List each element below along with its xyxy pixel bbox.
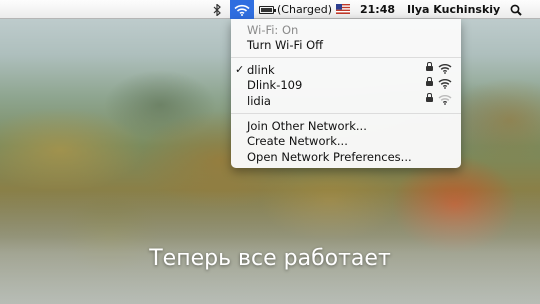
bluetooth-glyph — [213, 3, 221, 16]
wifi-icon — [234, 4, 250, 16]
battery-level — [261, 7, 272, 12]
join-other-network-item[interactable]: Join Other Network... — [231, 118, 461, 133]
menu-bar-clock[interactable]: 21:48 — [360, 0, 395, 19]
network-name: dlink — [247, 62, 275, 77]
bluetooth-icon[interactable] — [210, 0, 224, 19]
battery-status-label: (Charged) — [277, 3, 333, 16]
wifi-signal-icon — [438, 95, 452, 105]
network-name: Dlink-109 — [247, 77, 303, 92]
menu-separator — [231, 57, 461, 58]
lock-icon — [426, 62, 433, 71]
network-name: lidia — [247, 93, 271, 108]
open-network-preferences-label: Open Network Preferences... — [247, 149, 412, 164]
us-flag-icon[interactable] — [336, 4, 350, 14]
lock-icon — [426, 93, 433, 102]
open-network-preferences-item[interactable]: Open Network Preferences... — [231, 149, 461, 164]
menu-bar: (Charged) 21:48 Ilya Kuchinskiy — [0, 0, 540, 19]
wifi-status-label: Wi-Fi: On — [247, 22, 299, 37]
selected-checkmark: ✓ — [235, 63, 245, 76]
wifi-menu-extra[interactable] — [230, 0, 254, 19]
network-item-dlink[interactable]: ✓ dlink — [231, 62, 461, 77]
lock-icon — [426, 77, 433, 86]
turn-wifi-off-item[interactable]: Turn Wi-Fi Off — [231, 37, 461, 52]
magnifier-icon — [510, 4, 522, 16]
turn-wifi-off-label: Turn Wi-Fi Off — [247, 37, 324, 52]
menu-separator — [231, 113, 461, 114]
network-item-lidia[interactable]: lidia — [231, 93, 461, 108]
join-other-network-label: Join Other Network... — [247, 118, 367, 133]
caption-text: Теперь все работает — [149, 246, 391, 271]
create-network-label: Create Network... — [247, 133, 348, 148]
wifi-signal-icon — [438, 64, 452, 74]
fast-user-switch[interactable]: Ilya Kuchinskiy — [407, 0, 500, 19]
network-item-dlink-109[interactable]: Dlink-109 — [231, 77, 461, 92]
wifi-dropdown-menu: Wi-Fi: On Turn Wi-Fi Off ✓ dlink Dlink-1… — [231, 19, 461, 168]
spotlight-button[interactable] — [509, 0, 523, 19]
wifi-signal-icon — [438, 79, 452, 89]
wifi-status-row: Wi-Fi: On — [231, 22, 461, 37]
battery-icon — [259, 5, 276, 14]
create-network-item[interactable]: Create Network... — [231, 133, 461, 148]
battery-menu-extra[interactable]: (Charged) — [259, 0, 332, 19]
